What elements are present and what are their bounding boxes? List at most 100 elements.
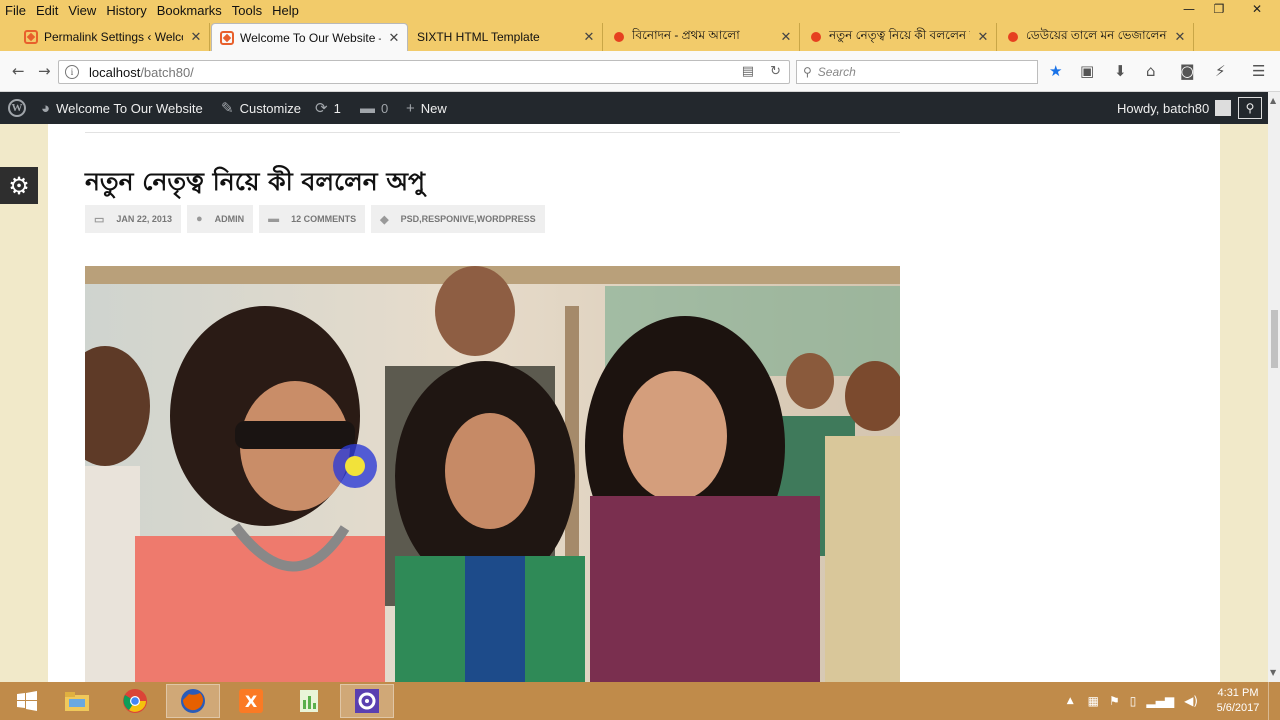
reader-view-icon[interactable]: ▤ (742, 64, 754, 79)
search-placeholder: Search (817, 65, 856, 79)
menu-help[interactable]: Help (267, 3, 304, 18)
tab-welcome[interactable]: Welcome To Our Website – ✕ (211, 23, 408, 51)
hamburger-menu-icon[interactable]: ☰ (1252, 62, 1265, 80)
bookmark-star-icon[interactable]: ★ (1049, 62, 1062, 80)
pocket-icon[interactable]: ◙ (1180, 62, 1195, 80)
info-icon[interactable]: i (65, 65, 79, 79)
action-center-icon[interactable]: ⚑ (1109, 694, 1120, 708)
tab-dheu-news[interactable]: ডেউয়ের তালে মন ভেজালেন প্রধান ✕ (998, 23, 1194, 51)
comments-link[interactable]: ▬ 0 (360, 92, 388, 124)
settings-app-button[interactable] (340, 684, 394, 718)
url-bar[interactable]: i localhost /batch80/ ▤ ↻ (58, 60, 790, 84)
clock-date: 5/6/2017 (1216, 702, 1260, 714)
post-title[interactable]: নতুন নেতৃত্ব নিয়ে কী বললেন অপু (85, 162, 425, 205)
tab-permalink-settings[interactable]: Permalink Settings ‹ Welcom ✕ (16, 23, 210, 51)
tab-strip: Permalink Settings ‹ Welcom ✕ Welcome To… (0, 20, 1280, 70)
minimize-icon[interactable]: — (1174, 0, 1204, 20)
post-author[interactable]: ● ADMIN (186, 205, 254, 233)
settings-gear-button[interactable]: ⚙ (0, 167, 38, 204)
wp-admin-bar: W ◕ Welcome To Our Website ✎ Customize ⟳… (0, 92, 1268, 124)
svg-text:X: X (245, 692, 258, 711)
nav-bar: ← → i localhost /batch80/ ▤ ↻ ⚲ Search ★… (0, 51, 1280, 92)
updates-icon: ⟳ (315, 100, 328, 117)
system-tray: ▲ ▦ ⚑ ▯ ▂▄▆ ◀) 4:31 PM 5/6/2017 (1067, 682, 1280, 720)
forward-icon[interactable]: → (38, 62, 51, 80)
featured-image[interactable] (85, 266, 900, 682)
menu-tools[interactable]: Tools (227, 3, 267, 18)
close-tab-icon[interactable]: ✕ (189, 29, 203, 45)
close-tab-icon[interactable]: ✕ (976, 29, 990, 45)
comments-count: 0 (381, 100, 389, 116)
close-tab-icon[interactable]: ✕ (387, 30, 401, 46)
divider (85, 132, 900, 133)
updates-count: 1 (333, 100, 341, 116)
close-tab-icon[interactable]: ✕ (1173, 29, 1187, 45)
start-button[interactable] (0, 684, 54, 718)
close-window-icon[interactable]: ✕ (1234, 0, 1280, 20)
site-name-link[interactable]: ◕ Welcome To Our Website (41, 92, 203, 124)
volume-icon[interactable]: ◀) (1184, 694, 1198, 708)
brush-icon: ✎ (221, 100, 234, 117)
back-icon[interactable]: ← (12, 62, 25, 80)
avatar (1215, 100, 1232, 116)
windows-logo-icon (17, 691, 37, 711)
search-icon: ⚲ (803, 65, 812, 79)
windows-taskbar: X ▲ ▦ ⚑ ▯ ▂▄▆ ◀) 4:31 PM 5/6/2017 (0, 682, 1280, 720)
post-tags[interactable]: ◆ PSD,RESPONIVE,WORDPRESS (371, 205, 545, 233)
xampp-button[interactable]: X (224, 684, 278, 718)
menu-edit[interactable]: Edit (31, 3, 63, 18)
show-desktop-button[interactable] (1268, 682, 1280, 720)
downloads-icon[interactable]: ⬇ (1114, 62, 1127, 80)
scroll-thumb[interactable] (1271, 310, 1278, 368)
tab-binodon[interactable]: বিনোদন - প্রথম আলো ✕ (604, 23, 800, 51)
close-tab-icon[interactable]: ✕ (779, 29, 793, 45)
comment-icon: ▬ (268, 213, 280, 225)
chrome-icon (123, 689, 147, 713)
network-icon[interactable]: ▂▄▆ (1146, 694, 1174, 708)
post-date[interactable]: ▭ JAN 22, 2013 (85, 205, 181, 233)
customize-label: Customize (239, 100, 301, 116)
wp-logo-button[interactable]: W (8, 92, 26, 124)
menu-bookmarks[interactable]: Bookmarks (152, 3, 227, 18)
customize-link[interactable]: ✎ Customize (221, 92, 301, 124)
featured-photo (85, 266, 900, 682)
taskbar-clock[interactable]: 4:31 PM 5/6/2017 (1208, 686, 1268, 716)
menu-view[interactable]: View (63, 3, 101, 18)
site-icon (24, 30, 38, 44)
language-flag-icon[interactable]: ▦ (1088, 694, 1099, 708)
reload-icon[interactable]: ↻ (770, 64, 781, 79)
wordpress-logo-icon: W (8, 99, 26, 117)
restore-icon[interactable]: ❐ (1204, 0, 1234, 20)
post-comments[interactable]: ▬ 12 COMMENTS (259, 205, 366, 233)
close-tab-icon[interactable]: ✕ (582, 29, 596, 45)
battery-icon[interactable]: ▯ (1130, 694, 1137, 708)
notepad-button[interactable] (282, 684, 336, 718)
tab-sixth-html[interactable]: SIXTH HTML Template ✕ (409, 23, 603, 51)
menu-history[interactable]: History (101, 3, 151, 18)
tab-opu-news[interactable]: নতুন নেতৃত্ব নিয়ে কী বললেন অপু ✕ (801, 23, 997, 51)
firefox-button[interactable] (166, 684, 220, 718)
search-input[interactable]: ⚲ Search (796, 60, 1038, 84)
extension-icon[interactable]: ⚡ (1215, 62, 1226, 80)
chrome-button[interactable] (108, 684, 162, 718)
post-tags-text: PSD,RESPONIVE,WORDPRESS (400, 214, 536, 224)
my-account-link[interactable]: Howdy, batch80 (1117, 92, 1232, 124)
settings-app-icon (355, 689, 379, 713)
new-content-link[interactable]: + New (406, 92, 447, 124)
bookmarks-library-icon[interactable]: ▣ (1080, 62, 1094, 80)
admin-search-button[interactable]: ⚲ (1238, 97, 1262, 119)
menu-file[interactable]: File (0, 3, 31, 18)
calendar-icon: ▭ (94, 213, 105, 226)
updates-link[interactable]: ⟳ 1 (315, 92, 341, 124)
scroll-up-icon[interactable]: ▲ (1270, 96, 1276, 105)
scroll-down-icon[interactable]: ▼ (1270, 668, 1276, 677)
file-explorer-button[interactable] (50, 684, 104, 718)
red-dot-icon (614, 32, 624, 42)
post-author-text: ADMIN (214, 214, 245, 224)
tab-title: নতুন নেতৃত্ব নিয়ে কী বললেন অপু (829, 28, 970, 42)
home-icon[interactable]: ⌂ (1146, 62, 1156, 80)
page-scrollbar[interactable]: ▲ ▼ (1268, 92, 1280, 682)
dashboard-icon: ◕ (41, 99, 51, 117)
show-hidden-icons-icon[interactable]: ▲ (1067, 696, 1074, 706)
notepad-icon (300, 690, 318, 712)
